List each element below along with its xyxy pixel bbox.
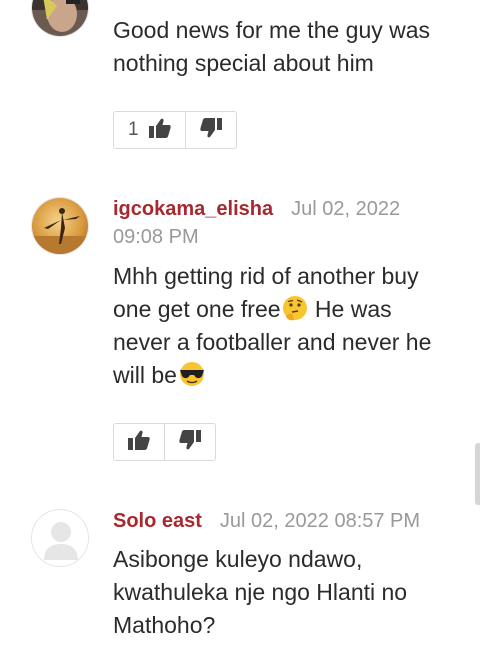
comment-text: Mhh getting rid of another buy one get o…	[113, 260, 453, 392]
comment-header: igcokama_elisha Jul 02, 2022 09:08 PM	[113, 195, 453, 251]
username[interactable]: igcokama_elisha	[113, 198, 273, 220]
username[interactable]: Solo east	[113, 510, 202, 532]
upvote-button[interactable]: 1	[114, 112, 186, 148]
vote-controls: 1	[113, 111, 237, 149]
thumbs-up-icon	[148, 118, 171, 143]
thumbs-up-icon	[128, 430, 150, 455]
thumbs-down-icon	[199, 117, 222, 143]
timestamp: Jul 02, 2022 08:57 PM	[219, 510, 421, 532]
scrollbar-thumb[interactable]	[475, 443, 480, 505]
thumbs-down-icon	[179, 429, 201, 455]
comment-text: Good news for me the guy was nothing spe…	[113, 17, 431, 76]
downvote-button[interactable]	[186, 112, 236, 148]
comments-page: Good news for me the guy was nothing spe…	[0, 0, 480, 649]
avatar[interactable]	[31, 509, 89, 567]
downvote-button[interactable]	[165, 424, 215, 460]
comment-header: Solo east Jul 02, 2022 08:57 PM	[113, 507, 453, 535]
sunglasses-face-icon	[177, 360, 205, 388]
vote-controls	[113, 423, 216, 461]
avatar[interactable]	[31, 197, 89, 255]
upvote-button[interactable]	[114, 424, 165, 460]
comment-text: Asibonge kuleyo ndawo, kwathuleka nje ng…	[113, 546, 408, 638]
avatar[interactable]	[31, 0, 89, 37]
thinking-face-icon	[281, 294, 309, 322]
upvote-count: 1	[128, 119, 139, 140]
